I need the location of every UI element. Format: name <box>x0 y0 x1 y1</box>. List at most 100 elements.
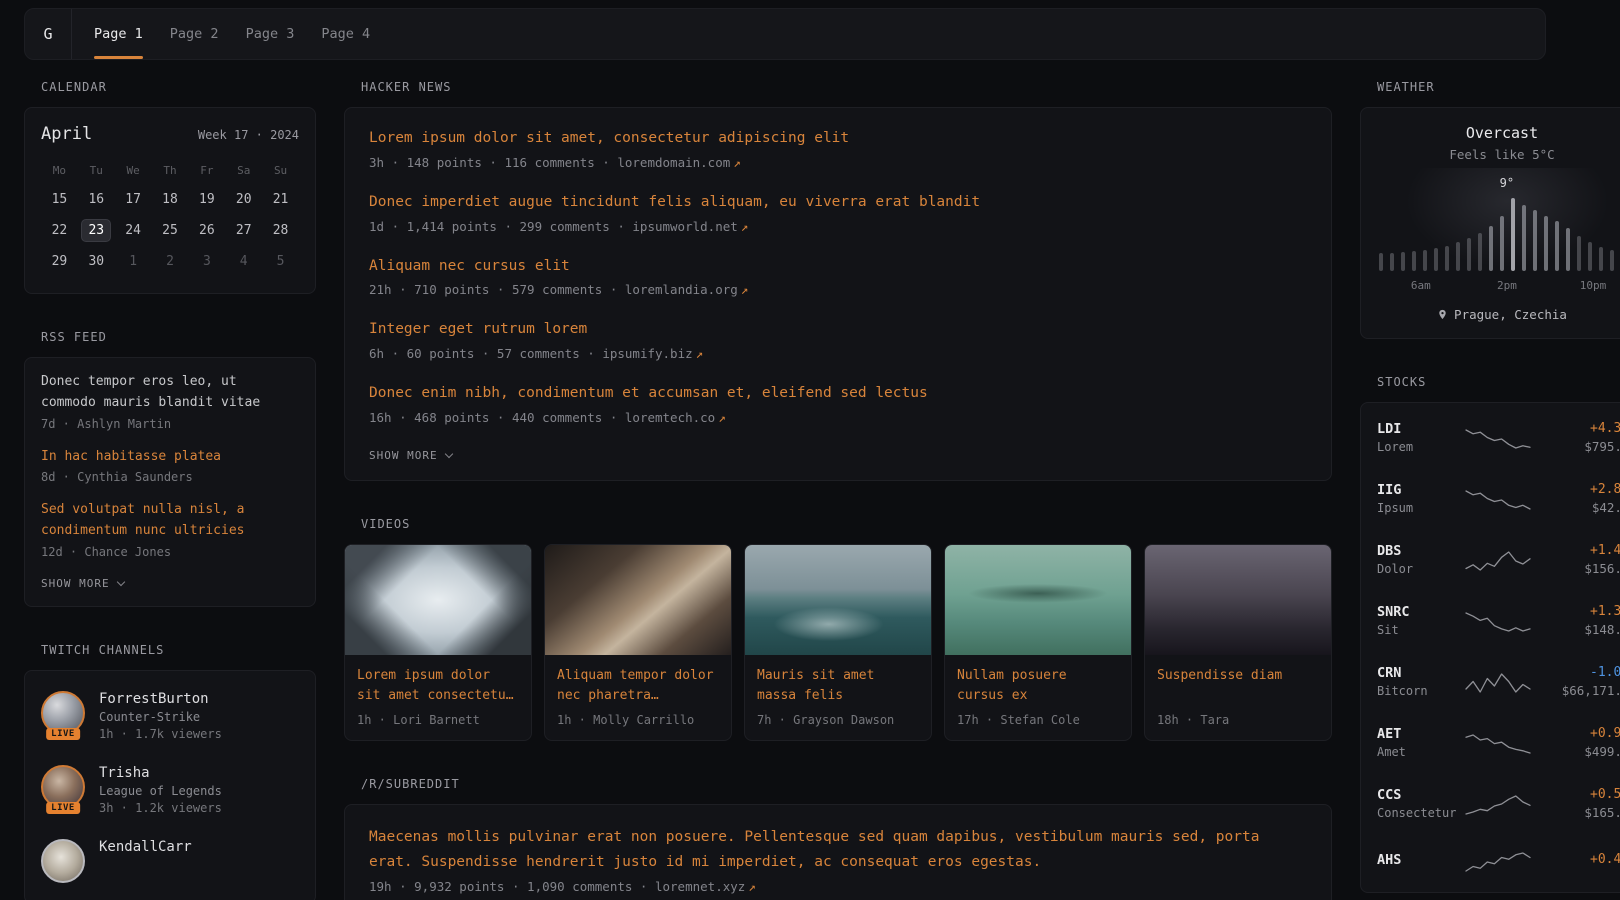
stock-symbol: AET <box>1377 726 1463 742</box>
stock-row[interactable]: DBSDolor +1.42%$156.28 <box>1377 529 1620 590</box>
stock-symbol: SNRC <box>1377 604 1463 620</box>
rss-section-title: RSS FEED <box>41 330 316 344</box>
stock-row[interactable]: AHS +0.46% <box>1377 834 1620 888</box>
twitch-channel-row: LIVE Trisha League of Legends 3h · 1.2k … <box>41 753 299 827</box>
stock-row[interactable]: LDILorem +4.35%$795.18 <box>1377 407 1620 468</box>
hn-item-link[interactable]: Aliquam nec cursus elit <box>369 256 1307 278</box>
rss-show-more-button[interactable]: SHOW MORE <box>41 575 124 592</box>
avatar <box>41 839 85 883</box>
stock-row[interactable]: AETAmet +0.92%$499.72 <box>1377 712 1620 773</box>
rss-item-meta: 7d · Ashlyn Martin <box>41 417 299 431</box>
hn-item-link[interactable]: Lorem ipsum dolor sit amet, consectetur … <box>369 128 1307 150</box>
stock-row[interactable]: SNRC Sit +1.36% $148.64 <box>1377 590 1620 651</box>
hn-item-link[interactable]: Donec enim nibh, condimentum et accumsan… <box>369 383 1307 405</box>
stock-name: Consectetur <box>1377 806 1463 820</box>
hn-item-link[interactable]: Integer eget rutrum lorem <box>369 319 1307 341</box>
dashboard-grid: CALENDAR April Week 17 · 2024 Mo Tu We T… <box>24 60 1546 900</box>
stock-change: +2.84% <box>1533 482 1620 497</box>
stock-price: $148.64 <box>1533 622 1620 637</box>
twitch-channel-name[interactable]: KendallCarr <box>99 839 192 855</box>
stock-row[interactable]: IIGIpsum +2.84%$42.04 <box>1377 468 1620 529</box>
stock-name: Sit <box>1377 623 1463 637</box>
hn-item-domain-link[interactable]: loremdomain.com <box>617 155 730 170</box>
stock-row[interactable]: CCSConsectetur +0.51%$165.84 <box>1377 773 1620 834</box>
hour-label: 2pm <box>1497 279 1517 292</box>
video-card: Lorem ipsum dolor sit amet consectetu… 1… <box>344 544 532 741</box>
twitch-section-title: TWITCH CHANNELS <box>41 643 316 657</box>
stock-symbol: IIG <box>1377 482 1463 498</box>
calendar-day: 16 <box>78 184 115 215</box>
hn-show-more-button[interactable]: SHOW MORE <box>369 447 452 464</box>
tab-page-2[interactable]: Page 2 <box>170 9 219 59</box>
video-card: Nullam posuere cursus ex 17h · Stefan Co… <box>944 544 1132 741</box>
calendar-day-next-month: 3 <box>188 246 225 277</box>
tab-page-1[interactable]: Page 1 <box>94 9 143 59</box>
stock-price: $795.18 <box>1533 439 1620 454</box>
video-title-link[interactable]: Aliquam tempor dolor nec pharetra… <box>557 666 719 706</box>
stock-symbol: LDI <box>1377 421 1463 437</box>
rss-item-link[interactable]: In hac habitasse platea <box>41 447 299 468</box>
hn-item-domain-link[interactable]: loremlandia.org <box>625 282 738 297</box>
calendar-day: 29 <box>41 246 78 277</box>
twitch-channel-name[interactable]: ForrestBurton <box>99 691 209 707</box>
stock-change: +0.92% <box>1533 726 1620 741</box>
video-thumbnail[interactable] <box>345 545 531 655</box>
video-title-link[interactable]: Mauris sit amet massa felis <box>757 666 919 706</box>
tab-page-4[interactable]: Page 4 <box>321 9 370 59</box>
hackernews-widget: Lorem ipsum dolor sit amet, consectetur … <box>344 107 1332 481</box>
external-link-icon: ↗ <box>741 282 749 297</box>
hn-item-domain-link[interactable]: ipsumify.biz <box>602 346 692 361</box>
live-badge: LIVE <box>46 802 80 814</box>
hn-item-meta: 6h · 60 points · 57 comments · ipsumify.… <box>369 346 1307 361</box>
subreddit-post-link[interactable]: Maecenas mollis pulvinar erat non posuer… <box>369 825 1307 874</box>
video-thumbnail[interactable] <box>1145 545 1331 655</box>
stock-price: $499.72 <box>1533 744 1620 759</box>
rss-item-link[interactable]: Sed volutpat nulla nisl, a condimentum n… <box>41 500 299 542</box>
stock-change: -1.00% <box>1533 665 1620 680</box>
calendar-day-selected: 23 <box>78 215 115 246</box>
twitch-channel-meta: 3h · 1.2k viewers <box>99 801 222 815</box>
weather-hour-labels: 6am 2pm 10pm <box>1379 279 1620 293</box>
calendar-days-grid: 15 16 17 18 19 20 21 22 23 24 25 26 27 2… <box>41 184 299 277</box>
video-thumbnail[interactable] <box>945 545 1131 655</box>
stock-row[interactable]: CRNBitcorn -1.00%$66,171.48 <box>1377 651 1620 712</box>
subreddit-post-meta: 19h · 9,932 points · 1,090 comments · lo… <box>369 879 1307 894</box>
subreddit-section-title: /R/SUBREDDIT <box>361 777 1332 791</box>
calendar-day: 18 <box>152 184 189 215</box>
rss-item-meta: 12d · Chance Jones <box>41 545 299 559</box>
video-card: Suspendisse diam 18h · Tara <box>1144 544 1332 741</box>
hn-item-domain-link[interactable]: ipsumworld.net <box>632 219 737 234</box>
twitch-channel-name[interactable]: Trisha <box>99 765 150 781</box>
stock-sparkline <box>1463 669 1533 695</box>
hn-item-meta: 21h · 710 points · 579 comments · loreml… <box>369 282 1307 297</box>
live-badge: LIVE <box>46 728 80 740</box>
weather-hourly-chart: 9° <box>1379 176 1620 271</box>
weekday-label: Su <box>262 156 299 184</box>
weekday-label: We <box>115 156 152 184</box>
app-logo[interactable]: G <box>25 9 72 59</box>
hn-item-link[interactable]: Donec imperdiet augue tincidunt felis al… <box>369 192 1307 214</box>
tab-page-3[interactable]: Page 3 <box>246 9 295 59</box>
external-link-icon: ↗ <box>748 879 756 894</box>
stock-change: +1.42% <box>1533 543 1620 558</box>
stock-change: +1.36% <box>1533 604 1620 619</box>
video-title-link[interactable]: Nullam posuere cursus ex <box>957 666 1119 706</box>
hn-item-domain-link[interactable]: loremtech.co <box>625 410 715 425</box>
twitch-avatar[interactable]: LIVE <box>41 691 85 735</box>
calendar-day-next-month: 1 <box>115 246 152 277</box>
stock-sparkline <box>1463 730 1533 756</box>
subreddit-domain-link[interactable]: loremnet.xyz <box>655 879 745 894</box>
stock-symbol: AHS <box>1377 852 1463 868</box>
stock-symbol: CRN <box>1377 665 1463 681</box>
twitch-avatar[interactable]: LIVE <box>41 765 85 809</box>
twitch-avatar[interactable] <box>41 839 85 883</box>
weekday-label: Fr <box>188 156 225 184</box>
video-title-link[interactable]: Suspendisse diam <box>1157 666 1319 706</box>
calendar-day: 24 <box>115 215 152 246</box>
calendar-day-next-month: 2 <box>152 246 189 277</box>
video-thumbnail[interactable] <box>545 545 731 655</box>
video-thumbnail[interactable] <box>745 545 931 655</box>
rss-item-link[interactable]: Donec tempor eros leo, ut commodo mauris… <box>41 372 299 414</box>
video-meta: 7h · Grayson Dawson <box>757 713 919 727</box>
video-title-link[interactable]: Lorem ipsum dolor sit amet consectetu… <box>357 666 519 706</box>
